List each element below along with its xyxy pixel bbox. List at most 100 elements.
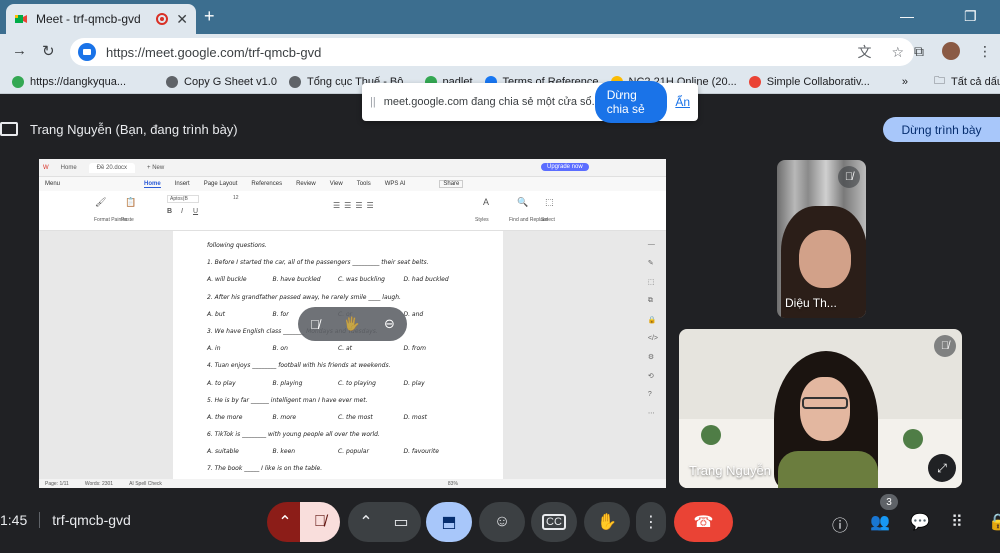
wps-upgrade-button[interactable]: Upgrade now xyxy=(541,163,589,171)
bookmark-item[interactable]: Copy G Sheet v1.0 xyxy=(166,75,277,88)
answer-option: D. favourite xyxy=(403,448,439,456)
font-family-select[interactable]: Aptos(B xyxy=(167,195,199,203)
all-bookmarks-folder[interactable]: 🗀 Tất cả dấu tr xyxy=(934,72,1000,91)
wps-tab-home[interactable]: Home xyxy=(53,163,85,173)
stop-sharing-button[interactable]: Dừng chia sẻ xyxy=(594,81,668,123)
wps-tab-new[interactable]: + New xyxy=(139,163,172,173)
present-screen-button[interactable]: ⬒ xyxy=(426,502,472,542)
reactions-button[interactable]: ☺ xyxy=(479,502,525,542)
browser-tab-meet[interactable]: Meet - trf-qmcb-gvd ✕ xyxy=(6,4,196,34)
document-area[interactable]: following questions. 1. Before I started … xyxy=(39,231,666,479)
bookmark-item[interactable]: Simple Collaborativ... xyxy=(748,75,870,88)
wps-menu-tools[interactable]: Tools xyxy=(357,181,371,187)
wps-tab-document[interactable]: Đề 20.docx xyxy=(88,162,136,173)
zoom-level[interactable]: 83% xyxy=(448,481,458,487)
microphone-toggle-button[interactable]: 🎙̸ xyxy=(300,502,340,542)
activities-icon[interactable]: ⠿ xyxy=(951,512,963,532)
more-options-button[interactable]: ⋮ xyxy=(636,502,666,542)
bookmark-favicon-icon xyxy=(166,75,179,88)
host-controls-icon[interactable]: 🔒 xyxy=(988,512,1000,532)
remove-overlay-icon[interactable]: ⊖ xyxy=(384,316,395,332)
folder-icon: 🗀 xyxy=(933,75,945,87)
emoji-icon: ☺ xyxy=(493,513,511,530)
captions-button[interactable]: CC xyxy=(531,502,577,542)
drag-handle-icon[interactable]: || xyxy=(370,96,376,108)
wps-menu-button[interactable]: Menu xyxy=(45,181,60,187)
camera-toggle-button[interactable]: ▭ xyxy=(381,502,421,542)
bookmarks-more-button[interactable]: » xyxy=(902,76,908,88)
sidebar-select-icon[interactable]: ⬚ xyxy=(648,278,658,286)
audio-options-button[interactable]: ⌃ xyxy=(267,502,303,542)
extensions-icon[interactable]: ⧉ xyxy=(914,43,924,60)
chevron-up-icon: ⌃ xyxy=(278,514,292,531)
spell-check[interactable]: AI Spell Check xyxy=(129,481,162,487)
minimize-icon[interactable]: — xyxy=(900,8,914,24)
answer-option: A. but xyxy=(207,310,225,318)
meeting-details-icon[interactable]: ⓘ xyxy=(832,512,848,536)
participant-name: Diệu Th... xyxy=(785,296,837,310)
leave-call-button[interactable]: ☎ xyxy=(674,502,733,542)
raise-hand-button[interactable]: ✋ xyxy=(584,502,630,542)
wps-menu-view[interactable]: View xyxy=(330,181,343,187)
chrome-menu-icon[interactable]: ⋮ xyxy=(978,43,992,60)
people-icon[interactable]: 👥 xyxy=(870,512,890,532)
bold-icon[interactable]: B xyxy=(167,208,172,215)
italic-icon[interactable]: I xyxy=(181,208,183,215)
document-page[interactable]: following questions. 1. Before I started … xyxy=(173,231,503,479)
bookmark-star-icon[interactable]: ☆ xyxy=(891,44,904,61)
sidebar-copy-icon[interactable]: ⧉ xyxy=(648,297,658,305)
underline-icon[interactable]: U xyxy=(193,208,198,215)
forward-icon[interactable]: → xyxy=(12,42,27,59)
select-label: Select xyxy=(541,217,555,223)
wps-menu-review[interactable]: Review xyxy=(296,181,316,187)
meeting-time: 1:45 xyxy=(0,512,28,528)
sidebar-lock-icon[interactable]: 🔒 xyxy=(648,316,658,324)
participant-tile-self[interactable]: 🎙̸ Trang Nguyễn ⤢ xyxy=(679,329,962,488)
answer-option: A. to play xyxy=(207,379,236,387)
wps-menu-insert[interactable]: Insert xyxy=(175,181,190,187)
sidebar-settings-icon[interactable]: ⚙ xyxy=(648,353,658,361)
answer-options: A. the more B. more C. the most D. most xyxy=(207,409,469,426)
find-icon[interactable]: 🔍 xyxy=(517,197,528,208)
wps-menu-page-layout[interactable]: Page Layout xyxy=(204,181,238,187)
translate-icon[interactable]: 文 xyxy=(857,42,871,62)
sidebar-code-icon[interactable]: </> xyxy=(648,335,658,342)
profile-avatar[interactable] xyxy=(942,42,960,60)
hide-overlay-icon[interactable]: 🖐 xyxy=(344,316,360,332)
wps-menu-references[interactable]: References xyxy=(251,181,282,187)
chat-icon[interactable]: 💬 xyxy=(910,512,930,532)
site-info-icon[interactable] xyxy=(78,43,96,61)
more-vert-icon: ⋮ xyxy=(643,514,659,531)
sidebar-help-icon[interactable]: ? xyxy=(648,391,658,398)
hide-notification-link[interactable]: Ẩn xyxy=(675,95,690,109)
mute-overlay-icon[interactable]: 🎙̸ xyxy=(310,317,320,332)
paragraph-align-icons[interactable]: ☰☰☰☰ xyxy=(333,201,378,210)
new-tab-button[interactable]: + xyxy=(204,6,215,27)
sidebar-history-icon[interactable]: ⟲ xyxy=(648,372,658,380)
wps-menu-home[interactable]: Home xyxy=(144,181,161,188)
select-icon[interactable]: ⬚ xyxy=(545,197,554,208)
font-size-select[interactable]: 12 xyxy=(233,195,239,201)
sidebar-more-icon[interactable]: ⋯ xyxy=(648,409,658,417)
restore-icon[interactable]: ❐ xyxy=(964,8,977,25)
address-bar[interactable]: https://meet.google.com/trf-qmcb-gvd 文 ☆ xyxy=(70,38,914,66)
bookmark-item[interactable]: https://dangkyqua... xyxy=(12,75,126,88)
plant-decoration xyxy=(903,429,923,449)
sidebar-collapse-icon[interactable]: — xyxy=(648,241,658,248)
wps-share-button[interactable]: Share xyxy=(439,180,464,188)
sidebar-edit-icon[interactable]: ✎ xyxy=(648,259,658,267)
tab-close-icon[interactable]: ✕ xyxy=(176,11,188,28)
wps-menu-wps-ai[interactable]: WPS AI xyxy=(385,181,406,187)
reload-icon[interactable]: ↻ xyxy=(42,42,55,60)
tile-options-icon[interactable]: ⤢ xyxy=(928,454,956,482)
hang-up-icon: ☎ xyxy=(693,514,714,531)
participant-tile[interactable]: 🎙̸ Diệu Th... xyxy=(777,160,866,318)
video-options-button[interactable]: ⌃ xyxy=(348,502,384,542)
wps-statusbar: Page: 1/11 Words: 2301 AI Spell Check 83… xyxy=(39,479,666,488)
styles-label: Styles xyxy=(475,217,489,223)
format-painter-icon[interactable]: 🖌 xyxy=(95,197,106,208)
muted-mic-icon: 🎙̸ xyxy=(934,335,956,357)
styles-icon[interactable]: A xyxy=(483,197,489,207)
stop-presenting-button[interactable]: Dừng trình bày xyxy=(883,117,1000,142)
paste-icon[interactable]: 📋 xyxy=(125,197,136,208)
